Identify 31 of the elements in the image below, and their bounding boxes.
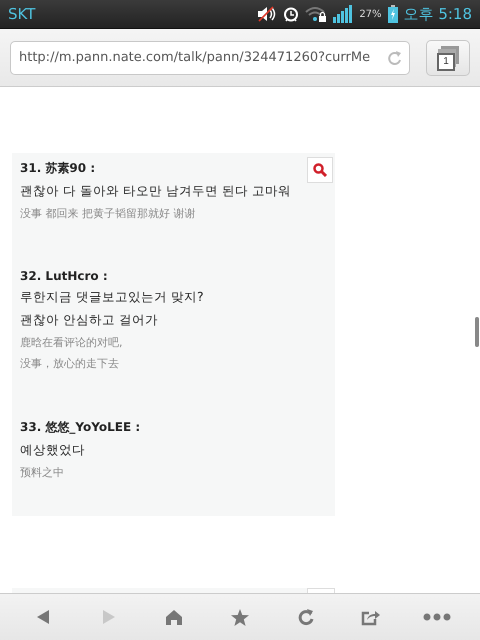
more-icon	[423, 613, 452, 621]
comment-text: 예상했었다	[20, 442, 85, 459]
carrier-name: SKT	[8, 5, 36, 23]
mute-icon	[257, 6, 278, 22]
translation-text: 鹿晗在看评论的对吧,	[20, 335, 124, 350]
battery-percent: 27%	[359, 8, 382, 20]
star-icon	[230, 608, 249, 626]
comment-text: 괜찮아 다 돌아와 타오만 남겨두면 된다 고마워	[20, 183, 291, 200]
address-field[interactable]: http://m.pann.nate.com/talk/pann/324471260?currMe	[10, 40, 410, 74]
clock-time: 오후 5:18	[404, 4, 472, 24]
share-icon	[361, 608, 382, 626]
forward-icon	[102, 609, 116, 625]
home-icon	[165, 608, 184, 626]
battery-charging-icon	[388, 5, 398, 23]
tabs-button[interactable]: 1	[426, 40, 470, 76]
comment-author: 32. LutHcro :	[20, 269, 108, 283]
translation-text: 没事 都回来 把黄子韬留那就好 谢谢	[20, 206, 196, 221]
comment-author: 33. 悠悠_YoYoLEE :	[20, 419, 140, 436]
comment-text: 괜찮아 안심하고 걸어가	[20, 312, 158, 329]
comment-author: 31. 苏素90 :	[20, 160, 96, 177]
reload-icon	[298, 608, 314, 626]
back-icon	[36, 609, 50, 625]
wifi-lock-icon	[305, 6, 328, 22]
search-icon	[313, 163, 327, 177]
scrollbar	[475, 317, 479, 347]
comment-text: 루한지금 댓글보고있는거 맞지?	[20, 289, 204, 306]
zoom-button[interactable]	[307, 157, 333, 183]
translation-text: 没事，放心的走下去	[20, 356, 120, 371]
alarm-icon	[283, 6, 300, 22]
translation-text: 预料之中	[20, 465, 65, 480]
signal-icon	[333, 5, 354, 23]
